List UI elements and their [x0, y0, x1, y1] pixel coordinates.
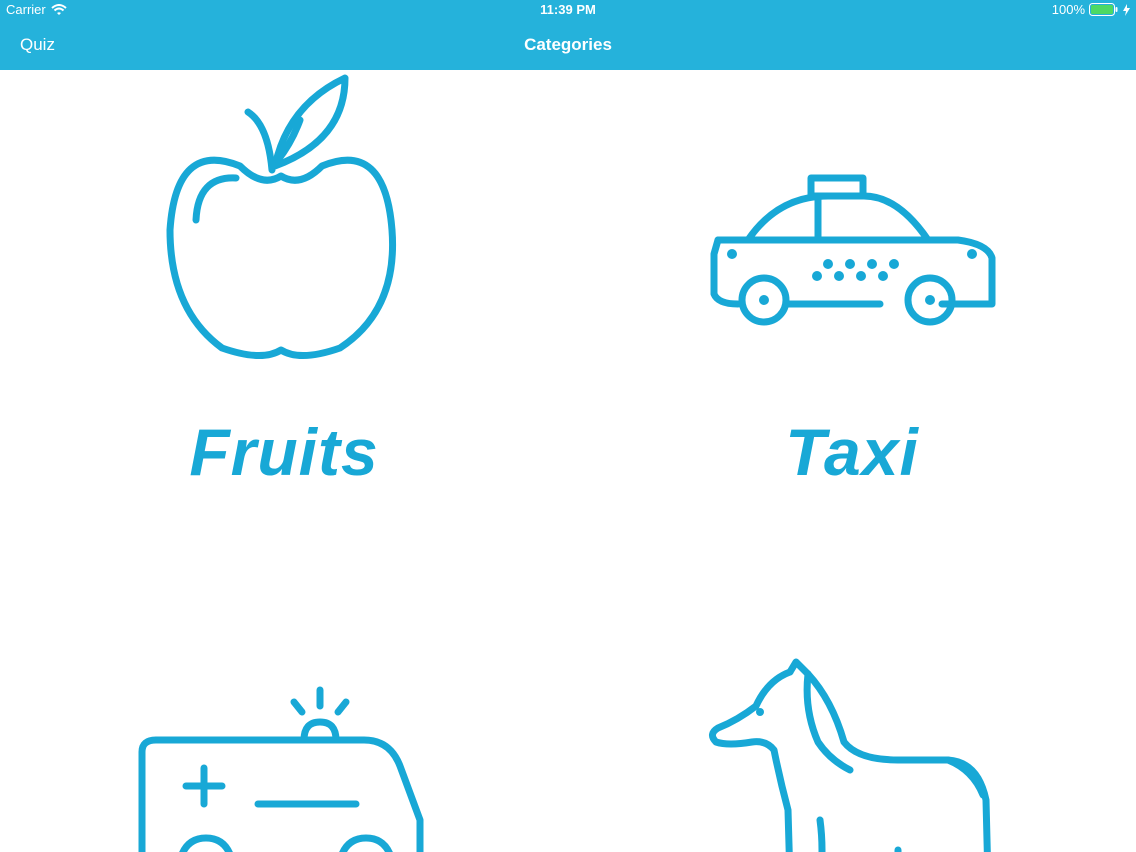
ambulance-icon	[138, 686, 424, 852]
category-horse[interactable]	[568, 650, 1136, 852]
apple-icon	[166, 74, 397, 359]
page-title: Categories	[524, 35, 612, 54]
charging-bolt-icon	[1123, 3, 1130, 16]
navigation-bar: Carrier 11:39 PM 100% Quiz Categories	[0, 0, 1136, 70]
category-grid: Fruits Taxi	[0, 70, 1136, 852]
category-label: Taxi	[785, 415, 919, 489]
category-taxi[interactable]: Taxi	[568, 70, 1136, 490]
status-bar: Carrier 11:39 PM 100%	[0, 0, 1136, 20]
category-ambulance[interactable]	[0, 670, 568, 852]
battery-icon	[1089, 3, 1118, 16]
status-time: 11:39 PM	[540, 2, 596, 17]
category-label: Fruits	[189, 415, 379, 489]
category-fruits[interactable]: Fruits	[0, 70, 568, 490]
battery-percent: 100%	[1051, 2, 1085, 17]
battery-info: 100%	[1052, 2, 1130, 17]
horse-icon	[709, 658, 991, 852]
taxi-icon	[710, 174, 996, 326]
